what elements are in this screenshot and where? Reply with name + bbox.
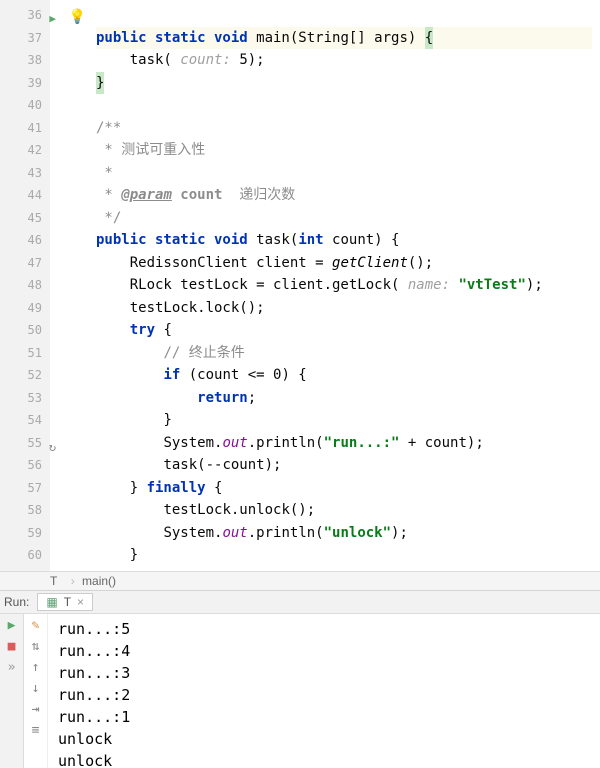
console-output[interactable]: run...:5 run...:4 run...:3 run...:2 run.… bbox=[48, 614, 600, 768]
run-header: Run: ▦ T × bbox=[0, 591, 600, 614]
console-line: run...:4 bbox=[58, 642, 130, 660]
run-tool-window: Run: ▦ T × ▶ ■ » ✎ ⇅ ↑ ↓ ⇥ ≡ run...:5 ru… bbox=[0, 590, 600, 768]
parameter-hint: count: bbox=[172, 52, 239, 68]
application-icon: ▦ bbox=[46, 595, 57, 609]
scroll-up-down-icon[interactable]: ⇅ bbox=[32, 639, 40, 654]
breadcrumb-item[interactable]: T bbox=[50, 574, 57, 588]
run-config-tab[interactable]: ▦ T × bbox=[37, 593, 93, 611]
fold-column[interactable] bbox=[50, 0, 68, 571]
code-editor[interactable]: 36 ▶ 💡 37 38 39 40 41 42 43 44 45 46 47 … bbox=[0, 0, 600, 571]
close-icon[interactable]: × bbox=[77, 595, 84, 609]
code-area[interactable]: public static void main(String[] args) {… bbox=[68, 0, 600, 571]
code-keyword: public static void bbox=[96, 30, 248, 46]
run-toolbar-primary: ▶ ■ » bbox=[0, 614, 24, 768]
stop-icon[interactable]: ■ bbox=[8, 639, 16, 654]
console-line: unlock bbox=[58, 752, 112, 768]
soft-wrap-icon[interactable]: ⇥ bbox=[32, 702, 40, 717]
more-icon[interactable]: » bbox=[8, 660, 16, 675]
javadoc-comment: /** bbox=[96, 120, 121, 136]
console-line: run...:2 bbox=[58, 686, 130, 704]
console-line: run...:3 bbox=[58, 664, 130, 682]
run-label: Run: bbox=[4, 595, 29, 609]
brace-match: } bbox=[96, 72, 104, 95]
parameter-hint: name: bbox=[399, 277, 458, 293]
console-line: unlock bbox=[58, 730, 112, 748]
console-line: run...:1 bbox=[58, 708, 130, 726]
layout-icon[interactable]: ≡ bbox=[32, 723, 40, 738]
pencil-icon[interactable]: ✎ bbox=[32, 618, 40, 633]
chevron-right-icon: › bbox=[71, 574, 75, 588]
recursive-call-icon: ↻ bbox=[49, 436, 56, 459]
line-number-gutter: 36 ▶ 💡 37 38 39 40 41 42 43 44 45 46 47 … bbox=[0, 0, 50, 571]
intention-bulb-icon[interactable]: 💡 bbox=[69, 6, 86, 29]
rerun-icon[interactable]: ▶ bbox=[8, 618, 16, 633]
arrow-down-icon[interactable]: ↓ bbox=[32, 681, 40, 696]
breadcrumb-item[interactable]: main() bbox=[82, 574, 116, 588]
console-line: run...:5 bbox=[58, 620, 130, 638]
breadcrumbs[interactable]: T › main() bbox=[0, 571, 600, 590]
arrow-up-icon[interactable]: ↑ bbox=[32, 660, 40, 675]
run-gutter-icon[interactable]: ▶ bbox=[49, 8, 56, 31]
run-toolbar-secondary: ✎ ⇅ ↑ ↓ ⇥ ≡ bbox=[24, 614, 48, 768]
